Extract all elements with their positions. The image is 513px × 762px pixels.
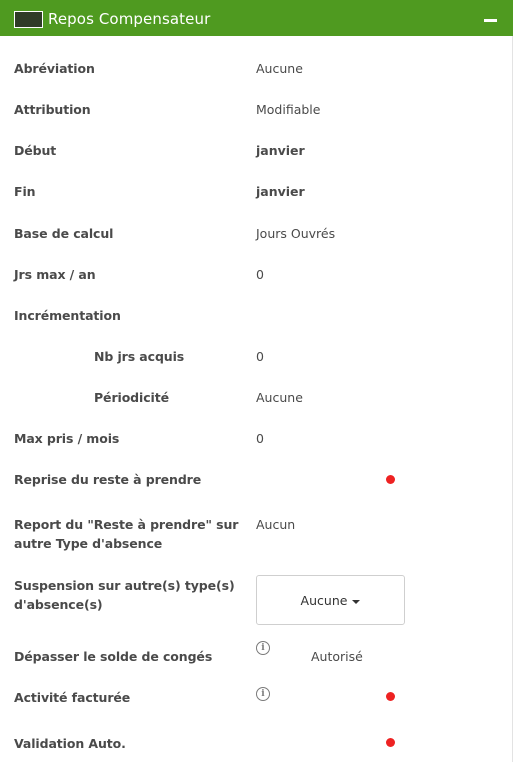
label-base-calcul: Base de calcul: [14, 226, 114, 241]
value-attribution: Modifiable: [256, 102, 321, 117]
label-abreviation: Abréviation: [14, 61, 95, 76]
info-icon[interactable]: i: [256, 641, 270, 655]
label-depasser: Dépasser le solde de congés: [14, 649, 213, 664]
value-debut: janvier: [256, 143, 305, 158]
suspension-dropdown-label: Aucune: [257, 591, 404, 610]
value-max-pris: 0: [256, 431, 264, 446]
label-jrs-max: Jrs max / an: [14, 267, 96, 282]
value-base-calcul: Jours Ouvrés: [256, 226, 336, 241]
label-reprise: Reprise du reste à prendre: [14, 472, 202, 487]
value-report: Aucun: [256, 517, 296, 532]
panel-title: Repos Compensateur: [48, 10, 211, 28]
value-jrs-max: 0: [256, 267, 264, 282]
minus-icon[interactable]: [484, 19, 497, 22]
label-attribution: Attribution: [14, 102, 91, 117]
color-swatch: [14, 11, 43, 28]
status-dot-activite: [386, 692, 395, 701]
value-abreviation: Aucune: [256, 61, 303, 76]
label-validation: Validation Auto.: [14, 736, 126, 751]
suspension-dropdown-value: Aucune: [300, 593, 348, 608]
label-incrementation: Incrémentation: [14, 308, 121, 323]
label-debut: Début: [14, 143, 57, 158]
caret-down-icon: [352, 599, 361, 604]
label-periodicite: Périodicité: [94, 390, 169, 405]
label-report: Report du "Reste à prendre" sur autre Ty…: [14, 517, 239, 551]
panel-header: Repos Compensateur: [0, 0, 513, 36]
value-fin: janvier: [256, 184, 305, 199]
absence-type-panel: Repos Compensateur Abréviation Aucune At…: [0, 0, 513, 762]
status-dot-reprise: [386, 475, 395, 484]
suspension-dropdown[interactable]: Aucune: [256, 575, 405, 625]
label-suspension: Suspension sur autre(s) type(s) d'absenc…: [14, 578, 235, 612]
status-dot-validation: [386, 738, 395, 747]
info-icon[interactable]: i: [256, 687, 270, 701]
label-fin: Fin: [14, 184, 36, 199]
label-nb-jrs-acquis: Nb jrs acquis: [94, 349, 185, 364]
label-max-pris: Max pris / mois: [14, 431, 120, 446]
value-nb-jrs-acquis: 0: [256, 349, 264, 364]
label-activite: Activité facturée: [14, 690, 131, 705]
value-depasser: Autorisé: [311, 649, 363, 664]
value-periodicite: Aucune: [256, 390, 303, 405]
